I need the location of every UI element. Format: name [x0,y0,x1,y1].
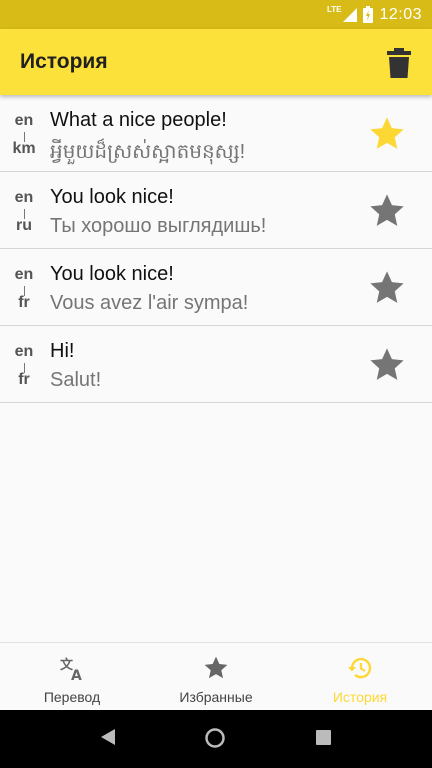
bottom-navigation: 文 A Перевод Избранные История [0,642,432,710]
translation-text: Salut! [50,369,102,391]
source-text: You look nice! [50,186,174,208]
translate-icon: 文 A [60,657,82,681]
history-list: en km What a nice people! អ្វីមួយដ៏ស្រស់ស្អ… [0,95,432,403]
battery-icon [363,6,374,23]
recents-icon[interactable] [316,730,331,745]
clear-history-button[interactable] [384,46,414,80]
target-language: km [12,140,36,157]
app-bar: История [0,29,432,95]
history-item[interactable]: en fr Hi! Salut! [0,326,432,403]
favorite-star-icon[interactable] [368,346,406,384]
target-language: fr [18,294,30,311]
network-type: LTE [326,5,342,14]
status-bar: LTE 12:03 [0,0,432,29]
star-icon [204,656,228,679]
nav-label-favorites: Избранные [179,689,253,705]
history-item[interactable]: en fr You look nice! Vous avez l'air sympa! [0,249,432,326]
language-pair: en km [0,95,48,172]
back-icon[interactable] [100,728,116,746]
language-pair: en fr [0,249,48,326]
favorite-star-icon[interactable] [368,115,406,153]
nav-label-translate: Перевод [43,689,101,705]
system-navigation-bar [0,710,432,768]
favorite-star-icon[interactable] [368,269,406,307]
translation-text: Vous avez l'air sympa! [50,292,249,314]
nav-history[interactable]: История [288,643,432,710]
translation-text: Ты хорошо выглядишь! [50,215,267,237]
language-pair: en fr [0,326,48,403]
source-language: en [14,189,34,206]
translation-text: អ្វីមួយដ៏ស្រស់ស្អាតមនុស្ស! [50,141,246,163]
nav-label-history: История [332,689,388,705]
source-text: Hi! [50,340,75,362]
history-item[interactable]: en ru You look nice! Ты хорошо выглядишь! [0,172,432,249]
source-language: en [14,266,34,283]
source-text: You look nice! [50,263,174,285]
source-language: en [14,112,34,129]
nav-favorites[interactable]: Избранные [144,643,288,710]
source-language: en [14,343,34,360]
language-pair: en ru [0,172,48,249]
source-text: What a nice people! [50,109,227,131]
target-language: ru [16,217,32,234]
status-time: 12:03 [379,5,422,23]
history-item[interactable]: en km What a nice people! អ្វីមួយដ៏ស្រស់ស្អ… [0,95,432,172]
trash-icon [387,48,411,78]
nav-translate[interactable]: 文 A Перевод [0,643,144,710]
target-language: fr [18,371,30,388]
history-icon [348,657,372,679]
page-title: История [20,50,108,73]
signal-icon [343,7,358,22]
home-icon[interactable] [204,727,226,749]
favorite-star-icon[interactable] [368,192,406,230]
svg-text:A: A [71,668,82,681]
